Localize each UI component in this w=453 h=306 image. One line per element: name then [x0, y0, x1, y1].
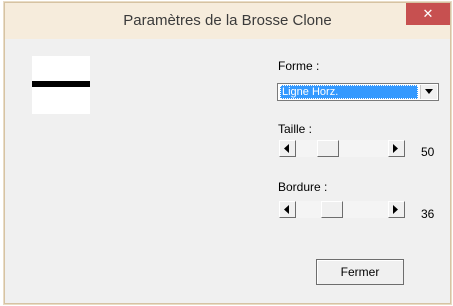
arrow-left-icon	[284, 144, 289, 153]
dialog-title: Paramètres de la Brosse Clone	[123, 12, 332, 29]
size-value: 50	[421, 145, 435, 159]
size-label: Taille :	[278, 122, 313, 136]
border-label: Bordure :	[278, 180, 328, 194]
arrow-right-icon	[393, 205, 398, 214]
size-slider-thumb[interactable]	[317, 140, 339, 157]
border-slider[interactable]	[279, 201, 405, 218]
close-icon: ✕	[422, 6, 434, 21]
shape-label: Forme :	[278, 59, 320, 73]
dropdown-button[interactable]	[420, 85, 437, 99]
shape-select-value: Ligne Horz.	[280, 85, 418, 99]
horizontal-line-shape	[32, 81, 90, 87]
title-bar[interactable]: Paramètres de la Brosse Clone ✕	[5, 3, 450, 39]
close-button[interactable]: ✕	[406, 3, 450, 25]
size-increase-button[interactable]	[388, 140, 405, 157]
size-decrease-button[interactable]	[279, 140, 296, 157]
border-decrease-button[interactable]	[279, 201, 296, 218]
brush-settings-dialog: Paramètres de la Brosse Clone ✕ Forme : …	[4, 2, 451, 304]
shape-select[interactable]: Ligne Horz.	[277, 83, 439, 101]
arrow-left-icon	[284, 205, 289, 214]
border-slider-thumb[interactable]	[321, 201, 343, 218]
size-slider[interactable]	[279, 140, 405, 157]
chevron-down-icon	[425, 89, 433, 94]
border-value: 36	[421, 207, 435, 221]
border-increase-button[interactable]	[388, 201, 405, 218]
arrow-right-icon	[393, 144, 398, 153]
brush-preview	[32, 56, 90, 114]
close-dialog-button[interactable]: Fermer	[316, 259, 404, 285]
